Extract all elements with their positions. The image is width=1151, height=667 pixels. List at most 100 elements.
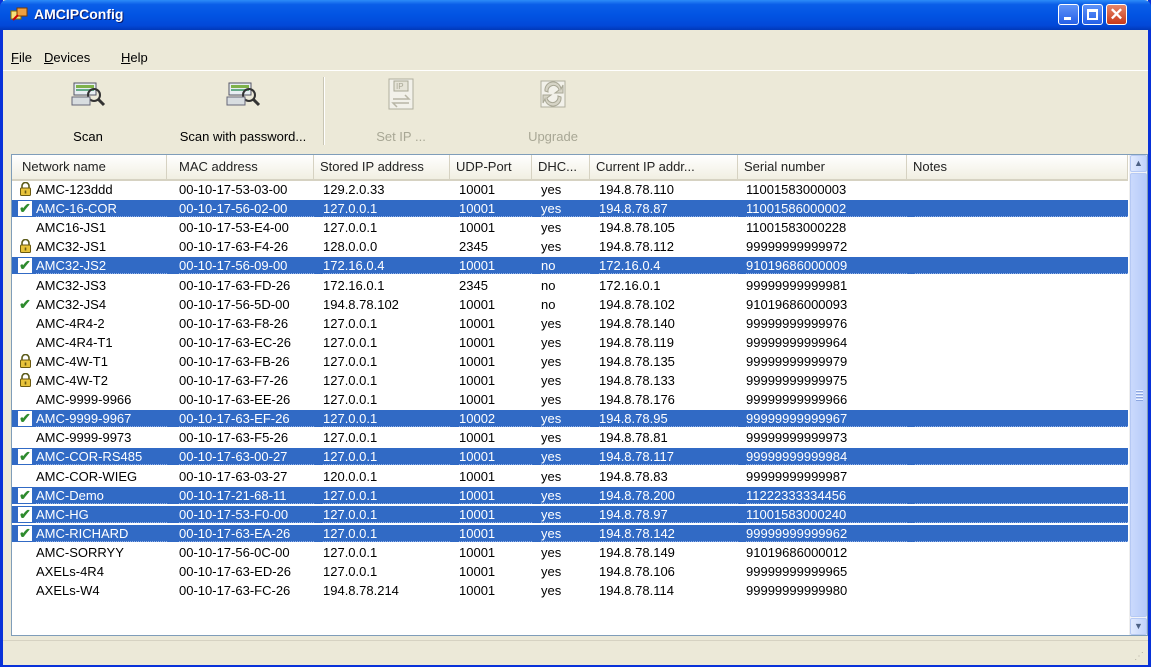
set-ip-button[interactable]: IP Set IP ... [361, 77, 441, 145]
table-row[interactable]: ✔ AMC-RICHARD 00-10-17-63-EA-26 127.0.0.1 10… [12, 524, 1128, 542]
cell-notes [915, 277, 1128, 294]
table-row[interactable]: ✔ AMC-Demo 00-10-17-21-68-11 127.0.0.1 10001… [12, 486, 1128, 504]
cell-dhcp: yes [541, 468, 562, 484]
minimize-button[interactable] [1058, 4, 1079, 25]
cell-stored-ip: 172.16.0.4 [323, 257, 450, 275]
table-row[interactable]: AMC-9999-9973 00-10-17-63-F5-26 127.0.0.1 1… [12, 429, 1128, 446]
cell-stored-ip: 127.0.0.1 [323, 564, 378, 579]
table-row[interactable]: AMC-4W-T1 00-10-17-63-FB-26 127.0.0.1 10001… [12, 353, 1128, 370]
cell-notes [915, 296, 1128, 313]
cell-name: AMC-COR-WIEG [36, 468, 138, 484]
column-network-name[interactable]: Network name [12, 155, 167, 179]
cell-name: AMC32-JS4 [36, 296, 107, 312]
table-row[interactable]: AMC-4R4-T1 00-10-17-63-EC-26 127.0.0.1 1000… [12, 334, 1128, 351]
vertical-scrollbar[interactable]: ▲ ▼ [1129, 155, 1147, 635]
cell-stored-ip: 172.16.0.1 [323, 277, 385, 293]
table-row[interactable]: AMC16-JS1 00-10-17-53-E4-00 127.0.0.1 10001… [12, 219, 1128, 236]
cell-dhcp: yes [541, 487, 590, 504]
cell-name: AMC-COR-RS485 [36, 448, 167, 466]
column-serial-number[interactable]: Serial number [738, 155, 907, 179]
cell-udp: 10001 [459, 200, 532, 218]
table-row[interactable]: AMC32-JS1 00-10-17-63-F4-26 128.0.0.0 2345 y… [12, 238, 1128, 255]
cell-notes [915, 487, 1128, 504]
cell-name: AMC-9999-9973 [36, 430, 132, 446]
column-udp-port[interactable]: UDP-Port [450, 155, 532, 179]
cell-mac: 00-10-17-63-03-27 [179, 468, 288, 484]
table-row[interactable]: AMC32-JS3 00-10-17-63-FD-26 172.16.0.1 2345… [12, 277, 1128, 294]
cell-name: AXELs-W4 [36, 583, 100, 599]
scan-button[interactable]: Scan [43, 77, 133, 145]
cell-serial: 11001583000003 [746, 182, 847, 197]
table-row[interactable]: AMC-4R4-2 00-10-17-63-F8-26 127.0.0.1 10001… [12, 315, 1128, 332]
scroll-thumb[interactable] [1130, 173, 1147, 617]
cell-serial: 99999999999981 [746, 277, 848, 293]
cell-udp: 10001 [459, 392, 496, 408]
table-row[interactable]: ✔ AMC32-JS2 00-10-17-56-09-00 172.16.0.4 100… [12, 257, 1128, 275]
cell-stored-ip: 127.0.0.1 [323, 353, 378, 369]
table-row[interactable]: AMC-123ddd 00-10-17-53-03-00 129.2.0.33 100… [12, 181, 1128, 198]
table-row[interactable]: AXELs-4R4 00-10-17-63-ED-26 127.0.0.1 10001… [12, 563, 1128, 580]
menu-help-accel: H [121, 50, 131, 65]
table-row[interactable]: AMC-9999-9966 00-10-17-63-EE-26 127.0.0.1 1… [12, 391, 1128, 408]
cell-notes [915, 544, 1128, 561]
check-icon: ✔ [19, 295, 31, 312]
cell-name: AXELs-4R4 [36, 564, 104, 579]
cell-serial: 11001583000240 [746, 506, 907, 523]
table-row[interactable]: ✔ AMC-HG 00-10-17-53-F0-00 127.0.0.1 10001 ye… [12, 505, 1128, 523]
cell-stored-ip: 127.0.0.1 [323, 220, 378, 236]
scan-password-icon [226, 82, 261, 107]
table-row[interactable]: ✔ AMC-16-COR 00-10-17-56-02-00 127.0.0.1 100… [12, 200, 1128, 218]
title-bar[interactable]: AMCIPConfig ✕ [0, 0, 1151, 30]
cell-dhcp: yes [541, 430, 562, 446]
cell-dhcp: yes [541, 239, 562, 255]
cell-notes [915, 391, 1128, 408]
lock-icon [18, 181, 32, 197]
column-dhcp[interactable]: DHC... [532, 155, 590, 179]
check-icon: ✔ [18, 410, 32, 427]
menu-help[interactable]: Help [121, 50, 148, 65]
minimize-icon [1064, 17, 1071, 20]
thumb-grip-line [1136, 396, 1143, 398]
cell-udp: 10001 [459, 373, 496, 388]
device-list[interactable]: Network name MAC address Stored IP addre… [11, 154, 1148, 636]
cell-current-ip: 194.8.78.106 [599, 564, 675, 579]
cell-notes [915, 353, 1128, 370]
toolbar: Scan Scan with password... IP Set IP ... [3, 71, 1148, 149]
cell-udp: 2345 [459, 277, 488, 293]
column-mac-address[interactable]: MAC address [167, 155, 314, 179]
table-row[interactable]: AXELs-W4 00-10-17-63-FC-26 194.8.78.214 100… [12, 582, 1128, 599]
close-button[interactable]: ✕ [1106, 4, 1127, 25]
set-ip-label: Set IP ... [376, 129, 426, 144]
cell-dhcp: no [541, 277, 556, 293]
cell-serial: 11001586000002 [746, 200, 907, 218]
scroll-down-button[interactable]: ▼ [1130, 618, 1147, 635]
table-row[interactable]: AMC-SORRYY 00-10-17-56-0C-00 127.0.0.1 1000… [12, 544, 1128, 561]
upgrade-button[interactable]: Upgrade [513, 77, 593, 145]
maximize-button[interactable] [1082, 4, 1103, 25]
table-row[interactable]: ✔ AMC32-JS4 00-10-17-56-5D-00 194.8.78.102 1… [12, 296, 1128, 313]
cell-udp: 2345 [459, 239, 488, 255]
table-row[interactable]: AMC-4W-T2 00-10-17-63-F7-26 127.0.0.1 10001… [12, 372, 1128, 389]
table-row[interactable]: ✔ AMC-9999-9967 00-10-17-63-EF-26 127.0.0.1… [12, 410, 1128, 428]
menu-devices[interactable]: Devices [44, 50, 90, 65]
cell-notes [915, 429, 1128, 446]
cell-mac: 00-10-17-63-ED-26 [179, 564, 292, 579]
menu-devices-accel: D [44, 50, 54, 65]
table-row[interactable]: ✔ AMC-COR-RS485 00-10-17-63-00-27 127.0.0.1… [12, 448, 1128, 466]
column-current-ip[interactable]: Current IP addr... [590, 155, 738, 179]
cell-name: AMC-4W-T2 [36, 373, 108, 388]
column-notes[interactable]: Notes [907, 155, 1128, 179]
lock-icon [18, 353, 32, 369]
scroll-up-button[interactable]: ▲ [1130, 155, 1147, 172]
column-stored-ip[interactable]: Stored IP address [314, 155, 450, 179]
check-icon: ✔ [18, 257, 32, 274]
cell-stored-ip: 128.0.0.0 [323, 239, 378, 255]
cell-notes [915, 219, 1128, 236]
scan-with-password-button[interactable]: Scan with password... [168, 77, 318, 145]
cell-name: AMC-4W-T1 [36, 353, 108, 369]
table-row[interactable]: AMC-COR-WIEG 00-10-17-63-03-27 120.0.0.1 10… [12, 468, 1128, 485]
cell-serial: 99999999999962 [746, 525, 907, 542]
menu-file[interactable]: File [11, 50, 32, 65]
cell-current-ip: 194.8.78.87 [599, 200, 738, 218]
resize-grip-icon[interactable]: ⋰ [1134, 651, 1146, 663]
